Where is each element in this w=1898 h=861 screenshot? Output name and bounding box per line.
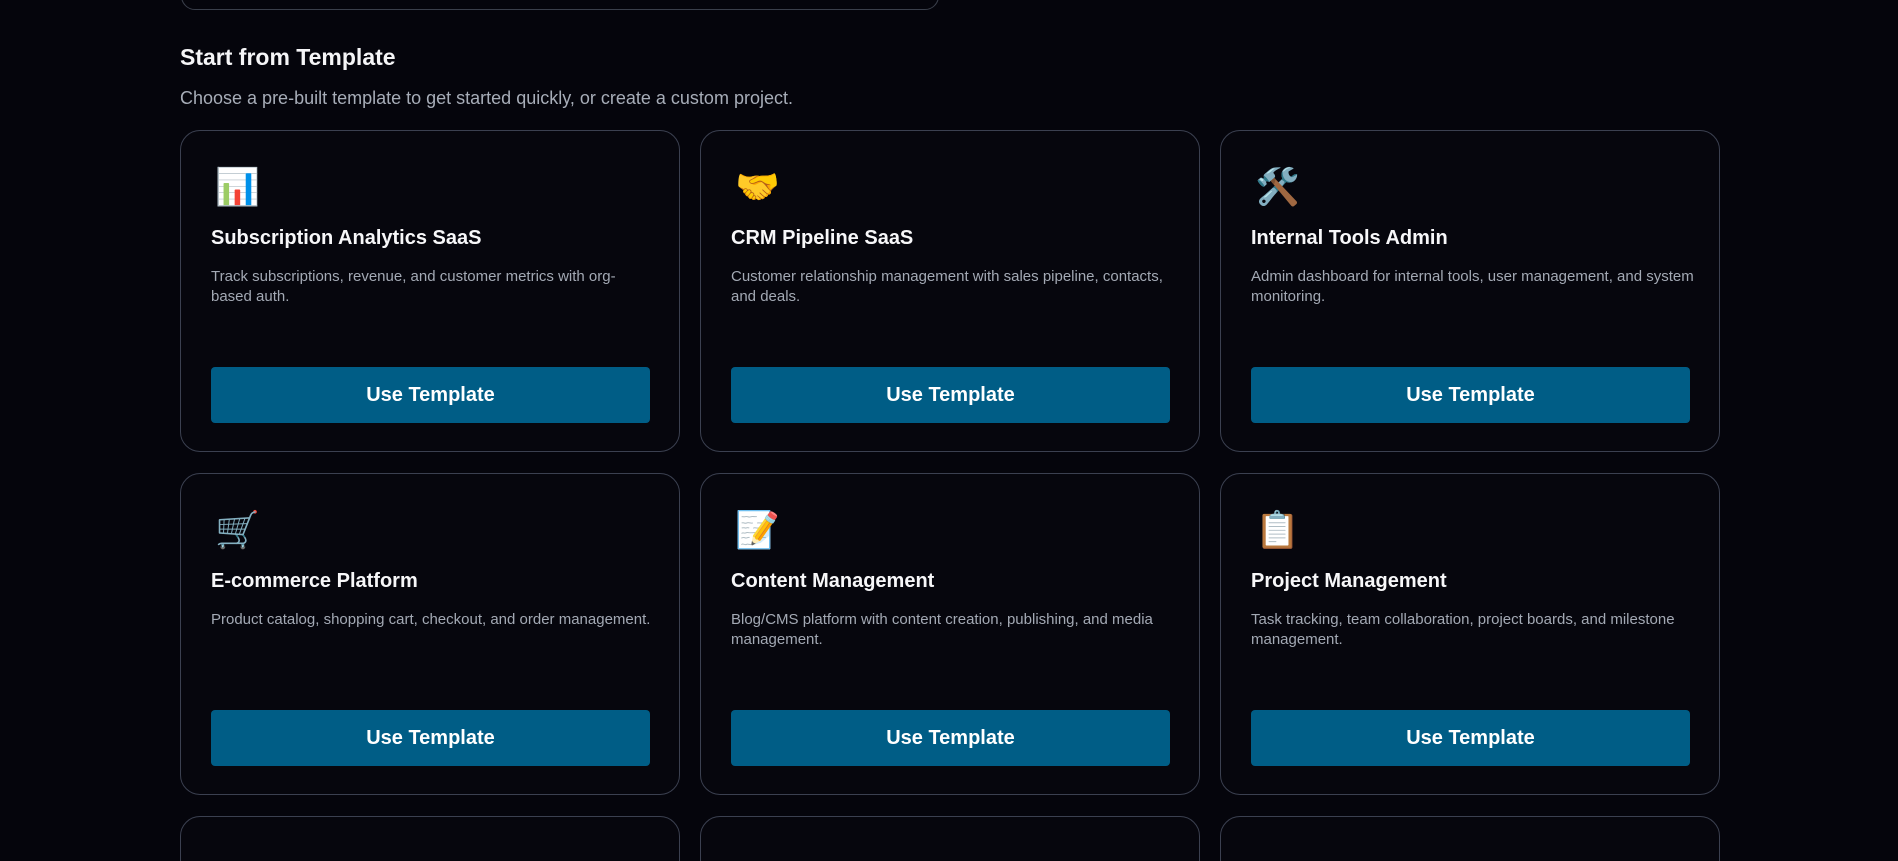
template-title: Content Management xyxy=(731,570,935,592)
template-grid: 📊 Subscription Analytics SaaS Track subs… xyxy=(180,130,1722,861)
template-card-internal-tools: 🛠️ Internal Tools Admin Admin dashboard … xyxy=(1220,130,1720,452)
handshake-icon: 🤝 xyxy=(735,166,780,207)
bar-chart-icon: 📊 xyxy=(215,166,260,207)
use-template-button[interactable]: Use Template xyxy=(1251,367,1690,423)
use-template-button[interactable]: Use Template xyxy=(731,710,1170,766)
template-title: E-commerce Platform xyxy=(211,570,418,592)
template-description: Task tracking, team collaboration, proje… xyxy=(1251,611,1675,648)
template-card-project-management: 📋 Project Management Task tracking, team… xyxy=(1220,473,1720,795)
memo-icon: 📝 xyxy=(735,509,780,550)
template-card-partial xyxy=(1220,816,1720,861)
template-title: Internal Tools Admin xyxy=(1251,227,1448,249)
shopping-cart-icon: 🛒 xyxy=(215,509,260,550)
clipboard-icon: 📋 xyxy=(1255,509,1300,550)
section-subtitle: Choose a pre-built template to get start… xyxy=(180,88,793,108)
template-card-partial xyxy=(700,816,1200,861)
use-template-button[interactable]: Use Template xyxy=(211,710,650,766)
use-template-button[interactable]: Use Template xyxy=(211,367,650,423)
top-panel xyxy=(181,0,939,10)
template-description: Product catalog, shopping cart, checkout… xyxy=(211,611,651,628)
template-card-subscription-analytics: 📊 Subscription Analytics SaaS Track subs… xyxy=(180,130,680,452)
template-card-partial xyxy=(180,816,680,861)
template-title: Project Management xyxy=(1251,570,1447,592)
template-card-crm-pipeline: 🤝 CRM Pipeline SaaS Customer relationshi… xyxy=(700,130,1200,452)
use-template-button[interactable]: Use Template xyxy=(731,367,1170,423)
section-title: Start from Template xyxy=(180,44,396,70)
use-template-button[interactable]: Use Template xyxy=(1251,710,1690,766)
template-card-ecommerce: 🛒 E-commerce Platform Product catalog, s… xyxy=(180,473,680,795)
template-title: Subscription Analytics SaaS xyxy=(211,227,482,249)
template-title: CRM Pipeline SaaS xyxy=(731,227,914,249)
tools-icon: 🛠️ xyxy=(1255,166,1300,207)
template-description: Blog/CMS platform with content creation,… xyxy=(731,611,1153,648)
template-description: Track subscriptions, revenue, and custom… xyxy=(211,268,616,305)
template-card-content-management: 📝 Content Management Blog/CMS platform w… xyxy=(700,473,1200,795)
template-description: Customer relationship management with sa… xyxy=(731,268,1163,305)
template-page: Start from Template Choose a pre-built t… xyxy=(0,0,1898,861)
template-description: Admin dashboard for internal tools, user… xyxy=(1251,268,1694,305)
